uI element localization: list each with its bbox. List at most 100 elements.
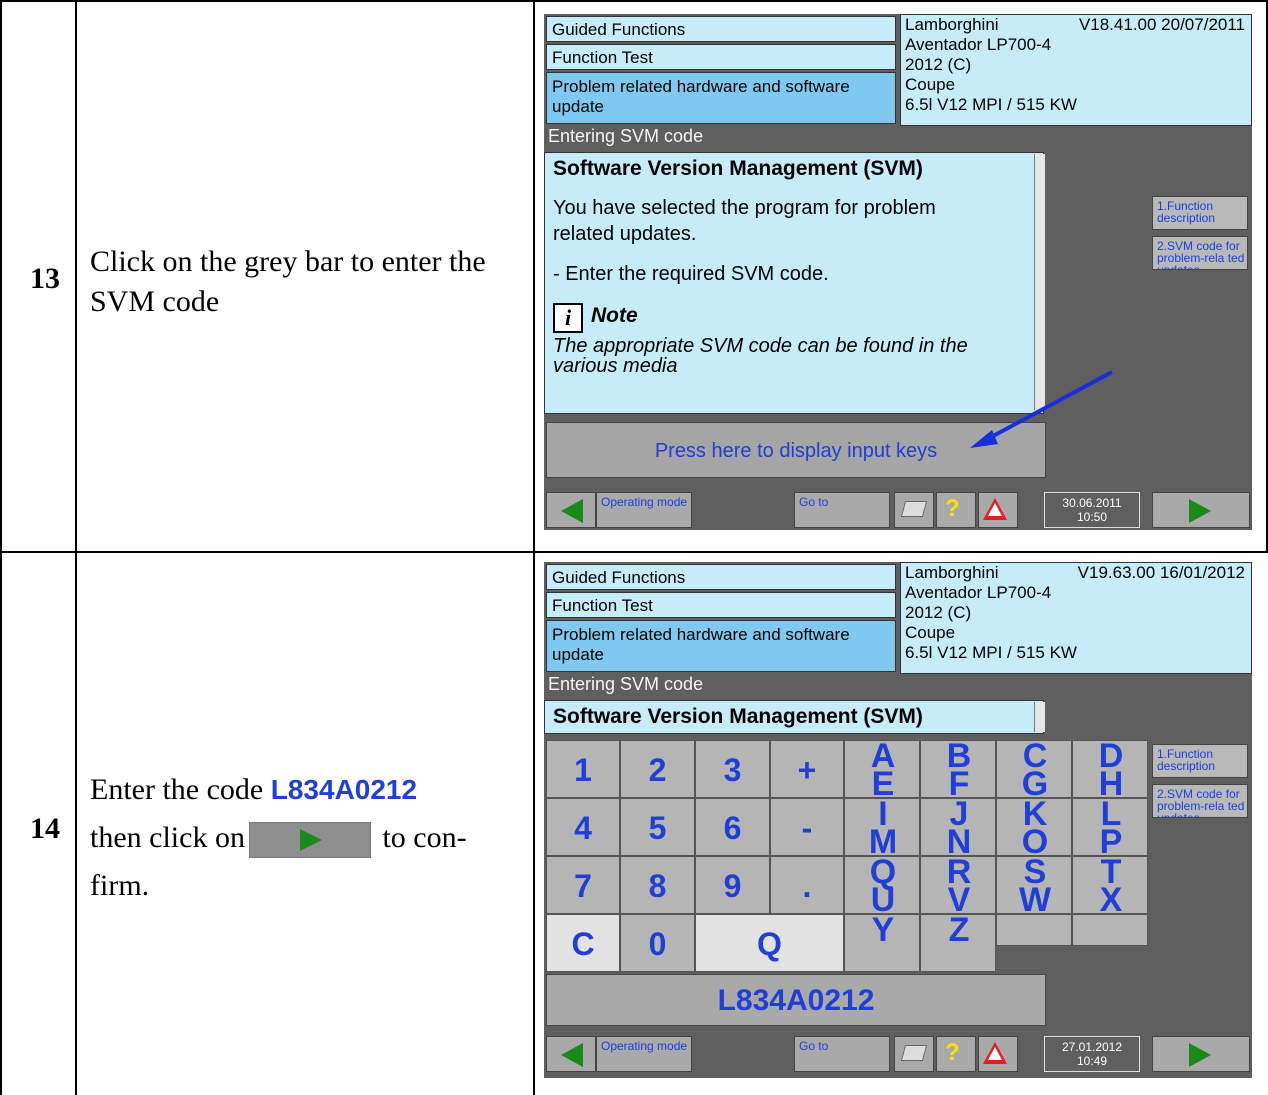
letter-key[interactable]: JN <box>920 797 996 859</box>
breadcrumb-function-test[interactable]: Function Test <box>546 592 896 618</box>
print-button[interactable] <box>894 1036 934 1072</box>
vehicle-year: 2012 (C) <box>905 603 972 622</box>
side-button-function-description[interactable]: 1.Function description <box>1152 744 1248 778</box>
breadcrumb-guided-functions[interactable]: Guided Functions <box>546 564 896 590</box>
instruction-text: Enter the code <box>90 773 271 806</box>
operating-mode-button[interactable]: Operating mode <box>596 492 692 528</box>
content-title: Software Version Management (SVM) <box>553 157 923 180</box>
breadcrumb-problem-update[interactable]: Problem related hardware and software up… <box>546 72 896 124</box>
letter-key[interactable]: CG <box>996 739 1072 801</box>
screen-title: Entering SVM code <box>544 674 1252 700</box>
key-plus[interactable]: + <box>770 740 844 798</box>
diagnostic-screen: Guided Functions Function Test Problem r… <box>544 562 1252 1078</box>
breadcrumb-function-test[interactable]: Function Test <box>546 44 896 70</box>
content-paragraph: - Enter the required SVM code. <box>553 263 829 285</box>
help-button[interactable]: ? <box>936 1036 976 1072</box>
pointer-arrow <box>970 370 1113 448</box>
key-8[interactable]: 8 <box>620 856 695 914</box>
screen-title: Entering SVM code <box>544 126 1252 152</box>
letter-key[interactable]: DH <box>1072 739 1148 801</box>
back-button[interactable] <box>546 1036 596 1072</box>
back-arrow-icon <box>561 1043 583 1067</box>
instruction-line: SVM code <box>90 285 220 318</box>
vehicle-info: Lamborghini V19.63.00 16/01/2012 Aventad… <box>900 562 1252 674</box>
key-2[interactable]: 2 <box>620 740 695 798</box>
letter-key-blank[interactable] <box>1072 914 1148 946</box>
warning-button[interactable] <box>978 492 1018 528</box>
table-border-col2 <box>533 0 535 1095</box>
instruction-table: 13 Click on the grey bar to enter the SV… <box>0 0 1268 1095</box>
vehicle-body: Coupe <box>905 75 956 94</box>
letter-key[interactable]: LP <box>1072 797 1148 859</box>
table-border-mid <box>0 551 1268 553</box>
scrollbar[interactable] <box>1034 702 1045 732</box>
key-q[interactable]: Q <box>695 914 844 972</box>
bottom-toolbar: Operating mode Go to ? 27.01.2012 10:49 <box>544 1034 1252 1074</box>
software-version: V19.63.00 16/01/2012 <box>1077 563 1245 582</box>
instruction-text: firm. <box>90 869 150 902</box>
letter-key[interactable]: KO <box>996 797 1072 859</box>
letter-key[interactable]: BF <box>920 739 996 801</box>
side-button-svm-code[interactable]: 2.SVM code for problem-rela ted updates <box>1152 784 1248 818</box>
key-0[interactable]: 0 <box>620 914 695 972</box>
step-number: 13 <box>30 262 60 295</box>
step-instruction: Enter the code L834A0212 then click on t… <box>90 766 530 910</box>
key-minus[interactable]: - <box>770 798 844 856</box>
next-button[interactable] <box>1152 492 1250 528</box>
vehicle-info: Lamborghini V18.41.00 20/07/2011 Aventad… <box>900 14 1252 126</box>
key-5[interactable]: 5 <box>620 798 695 856</box>
warning-icon <box>983 1042 1007 1064</box>
input-keypad: 1 2 3 + 4 5 6 - 7 8 9 . C 0 Q AE BF CG D… <box>544 738 1150 974</box>
table-border-top <box>0 0 1268 2</box>
warning-button[interactable] <box>978 1036 1018 1072</box>
breadcrumb-guided-functions[interactable]: Guided Functions <box>546 16 896 42</box>
letter-key[interactable]: IM <box>844 797 920 859</box>
breadcrumb-problem-update[interactable]: Problem related hardware and software up… <box>546 620 896 672</box>
instruction-text: then click on <box>90 821 245 854</box>
side-button-function-description[interactable]: 1.Function description <box>1152 196 1248 230</box>
date-time: 30.06.2011 10:50 <box>1044 492 1140 528</box>
key-clear[interactable]: C <box>546 914 620 972</box>
step-instruction: Click on the grey bar to enter the SVM c… <box>90 242 530 322</box>
vehicle-engine: 6.5l V12 MPI / 515 KW <box>905 95 1077 114</box>
vehicle-model: Aventador LP700-4 <box>905 35 1052 54</box>
letter-key[interactable]: AE <box>844 739 920 801</box>
letter-key[interactable]: Z <box>920 913 996 972</box>
side-button-svm-code[interactable]: 2.SVM code for problem-rela ted updates <box>1152 236 1248 270</box>
back-button[interactable] <box>546 492 596 528</box>
print-button[interactable] <box>894 492 934 528</box>
key-1[interactable]: 1 <box>546 740 620 798</box>
next-arrow-icon <box>299 829 322 852</box>
key-dot[interactable]: . <box>770 856 844 914</box>
printer-icon <box>900 1045 928 1061</box>
operating-mode-button[interactable]: Operating mode <box>596 1036 692 1072</box>
table-border-col1 <box>75 0 77 1095</box>
goto-button[interactable]: Go to <box>794 492 890 528</box>
info-icon: i <box>553 303 583 333</box>
printer-icon <box>900 501 928 517</box>
letter-key[interactable]: TX <box>1072 855 1148 917</box>
question-icon: ? <box>945 1039 960 1066</box>
letter-key[interactable]: SW <box>996 855 1072 917</box>
goto-button[interactable]: Go to <box>794 1036 890 1072</box>
help-button[interactable]: ? <box>936 492 976 528</box>
info-panel: Software Version Management (SVM) <box>544 700 1044 734</box>
key-3[interactable]: 3 <box>695 740 770 798</box>
svm-code-display[interactable]: L834A0212 <box>546 974 1046 1026</box>
vehicle-body: Coupe <box>905 623 956 642</box>
key-7[interactable]: 7 <box>546 856 620 914</box>
next-button-illustration <box>248 822 371 859</box>
content-title: Software Version Management (SVM) <box>553 705 923 728</box>
letter-key[interactable]: QU <box>844 855 920 917</box>
key-9[interactable]: 9 <box>695 856 770 914</box>
key-6[interactable]: 6 <box>695 798 770 856</box>
next-button[interactable] <box>1152 1036 1250 1072</box>
vehicle-year: 2012 (C) <box>905 55 972 74</box>
letter-key[interactable]: Y <box>844 913 920 972</box>
next-arrow-icon <box>1189 499 1211 523</box>
content-paragraph: You have selected the program for proble… <box>553 197 936 245</box>
letter-key[interactable]: RV <box>920 855 996 917</box>
instruction-text: to con- <box>374 821 467 854</box>
key-4[interactable]: 4 <box>546 798 620 856</box>
letter-key-blank[interactable] <box>996 914 1072 946</box>
